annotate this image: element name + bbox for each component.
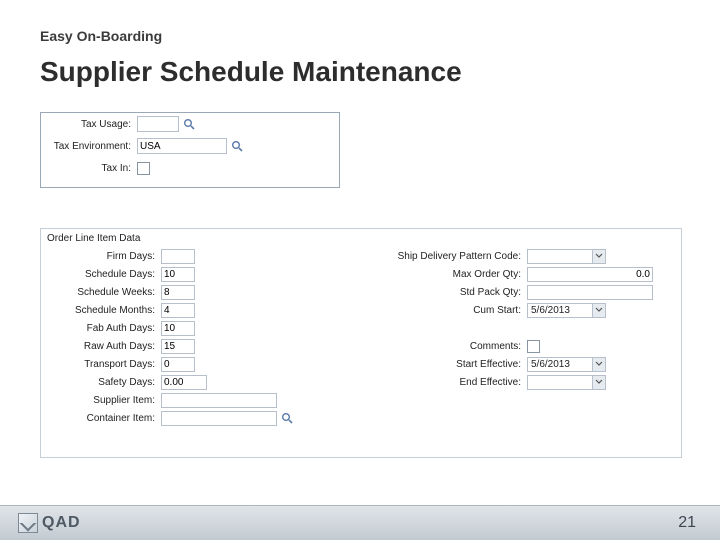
tax-in-label: Tax In:: [41, 163, 137, 174]
lookup-icon[interactable]: [231, 140, 243, 152]
tax-in-checkbox[interactable]: [137, 162, 150, 175]
ship-pattern-label: Ship Delivery Pattern Code:: [381, 251, 527, 262]
order-line-item-panel: Order Line Item Data Firm Days: Schedule…: [40, 228, 682, 458]
raw-auth-days-input[interactable]: [161, 339, 195, 354]
supplier-item-input[interactable]: [161, 393, 277, 408]
start-effective-dropdown[interactable]: 5/6/2013: [527, 357, 606, 372]
schedule-weeks-input[interactable]: [161, 285, 195, 300]
container-item-label: Container Item:: [47, 413, 161, 424]
std-pack-qty-label: Std Pack Qty:: [381, 287, 527, 298]
tax-env-input[interactable]: [137, 138, 227, 154]
tax-env-label: Tax Environment:: [41, 141, 137, 152]
start-effective-label: Start Effective:: [381, 359, 527, 370]
firm-days-label: Firm Days:: [47, 251, 161, 262]
end-effective-dropdown[interactable]: [527, 375, 606, 390]
page-number: 21: [678, 514, 696, 532]
schedule-days-label: Schedule Days:: [47, 269, 161, 280]
std-pack-qty-input[interactable]: [527, 285, 653, 300]
cum-start-dropdown[interactable]: 5/6/2013: [527, 303, 606, 318]
fab-auth-days-input[interactable]: [161, 321, 195, 336]
firm-days-input[interactable]: [161, 249, 195, 264]
ship-pattern-dropdown[interactable]: [527, 249, 606, 264]
supplier-item-label: Supplier Item:: [47, 395, 161, 406]
transport-days-label: Transport Days:: [47, 359, 161, 370]
page-title: Supplier Schedule Maintenance: [40, 56, 462, 88]
chevron-down-icon: [592, 250, 605, 263]
schedule-weeks-label: Schedule Weeks:: [47, 287, 161, 298]
end-effective-label: End Effective:: [381, 377, 527, 388]
safety-days-label: Safety Days:: [47, 377, 161, 388]
start-effective-value: 5/6/2013: [528, 359, 592, 370]
tax-in-row: Tax In:: [41, 157, 339, 179]
container-item-input[interactable]: [161, 411, 277, 426]
schedule-months-input[interactable]: [161, 303, 195, 318]
raw-auth-days-label: Raw Auth Days:: [47, 341, 161, 352]
tax-usage-row: Tax Usage:: [41, 113, 339, 135]
chevron-down-icon: [592, 304, 605, 317]
qad-logo-mark: [18, 513, 38, 533]
schedule-days-input[interactable]: [161, 267, 195, 282]
chevron-down-icon: [592, 358, 605, 371]
safety-days-input[interactable]: [161, 375, 207, 390]
schedule-months-label: Schedule Months:: [47, 305, 161, 316]
qad-logo-text: QAD: [42, 514, 81, 532]
tax-usage-input[interactable]: [137, 116, 179, 132]
eyebrow: Easy On-Boarding: [40, 28, 162, 44]
lookup-icon[interactable]: [183, 118, 195, 130]
tax-env-row: Tax Environment:: [41, 135, 339, 157]
chevron-down-icon: [592, 376, 605, 389]
order-panel-heading: Order Line Item Data: [47, 233, 140, 244]
cum-start-value: 5/6/2013: [528, 305, 592, 316]
footer-bar: QAD 21: [0, 505, 720, 540]
qad-logo: QAD: [18, 513, 81, 533]
max-order-qty-label: Max Order Qty:: [381, 269, 527, 280]
max-order-qty-input[interactable]: [527, 267, 653, 282]
tax-panel: Tax Usage: Tax Environment: Tax In:: [40, 112, 340, 188]
transport-days-input[interactable]: [161, 357, 195, 372]
comments-checkbox[interactable]: [527, 340, 540, 353]
comments-label: Comments:: [381, 341, 527, 352]
cum-start-label: Cum Start:: [381, 305, 527, 316]
lookup-icon[interactable]: [281, 412, 293, 424]
tax-usage-label: Tax Usage:: [41, 119, 137, 130]
fab-auth-days-label: Fab Auth Days:: [47, 323, 161, 334]
